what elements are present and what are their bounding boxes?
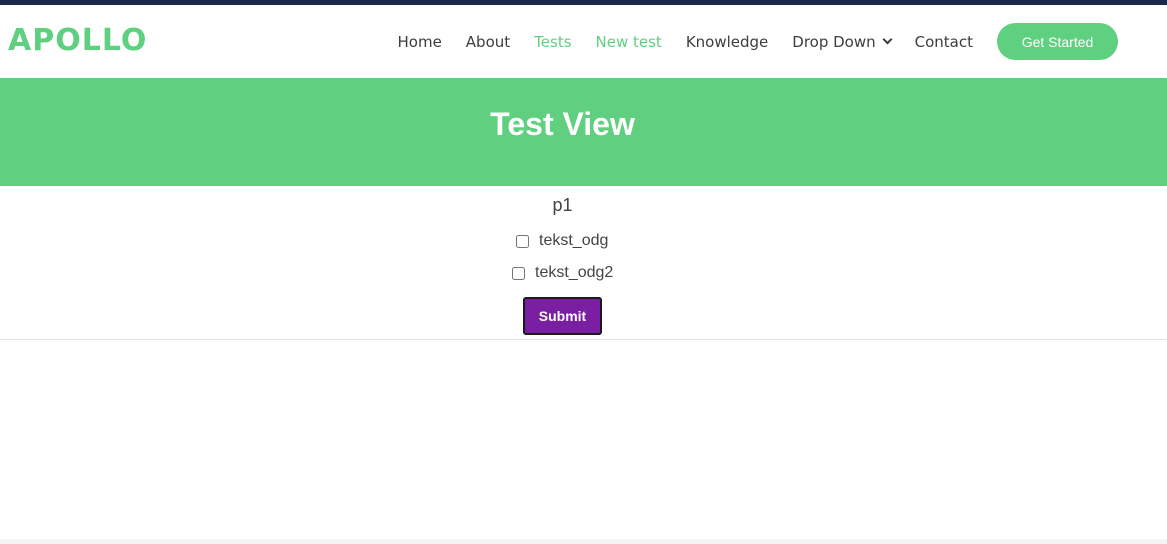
answer-label-1: tekst_odg (539, 232, 609, 249)
page-title: Test View (490, 106, 635, 142)
submit-button[interactable]: Submit (523, 297, 602, 335)
nav-item-drop-down[interactable]: Drop Down (792, 32, 893, 51)
page-hero: Test View (0, 78, 1167, 186)
answer-label-2: tekst_odg2 (535, 264, 614, 281)
nav-item-about[interactable]: About (466, 33, 510, 51)
chevron-down-icon (882, 34, 893, 45)
footer-strip (0, 539, 1167, 544)
nav-item-knowledge[interactable]: Knowledge (686, 33, 768, 51)
nav-item-new-test[interactable]: New test (596, 33, 662, 51)
answer-option-2[interactable]: tekst_odg2 (512, 264, 613, 282)
main-nav: Home About Tests New test Knowledge Drop… (398, 5, 1118, 78)
answer-option-1[interactable]: tekst_odg (516, 232, 608, 250)
nav-item-tests[interactable]: Tests (534, 33, 571, 51)
answer-checkbox-2[interactable] (512, 266, 525, 280)
nav-item-contact[interactable]: Contact (915, 33, 973, 51)
nav-item-home[interactable]: Home (398, 33, 442, 51)
answer-checkbox-1[interactable] (516, 234, 529, 248)
get-started-button[interactable]: Get Started (997, 23, 1118, 60)
question-text: p1 (552, 195, 573, 215)
test-form: p1 tekst_odg tekst_odg2 Submit (0, 186, 1167, 340)
site-header: APOLLO Home About Tests New test Knowled… (0, 5, 1167, 78)
nav-item-drop-down-label: Drop Down (792, 32, 876, 51)
site-logo[interactable]: APOLLO (8, 23, 147, 59)
